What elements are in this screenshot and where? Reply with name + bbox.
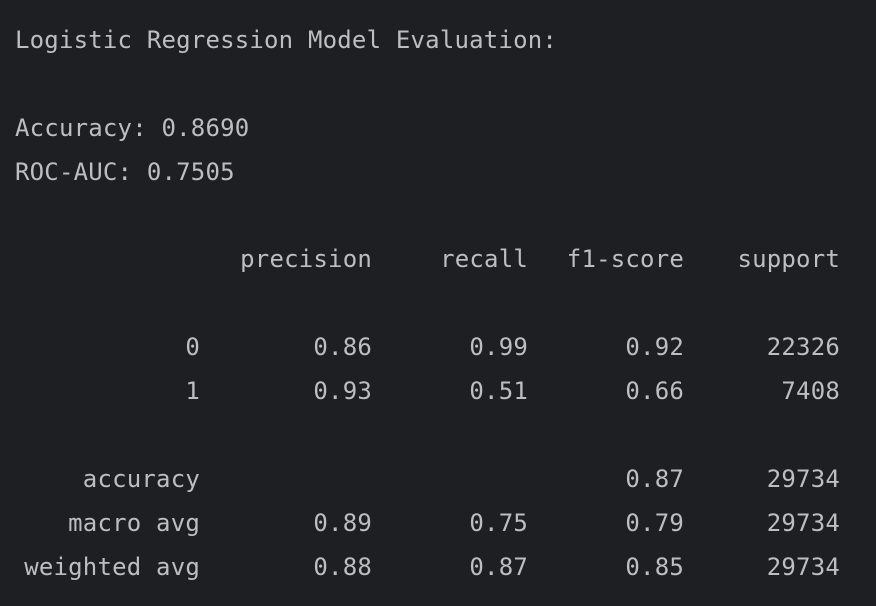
header-support: support xyxy=(737,245,840,273)
report-title: Logistic Regression Model Evaluation: xyxy=(15,26,558,54)
console-output: Logistic Regression Model Evaluation: Ac… xyxy=(0,0,876,606)
row-f1-score: 0.92 xyxy=(625,333,684,361)
row-recall: 0.75 xyxy=(469,509,528,537)
row-recall: 0.87 xyxy=(469,553,528,581)
row-support: 29734 xyxy=(766,553,840,581)
row-precision: 0.89 xyxy=(313,509,372,537)
roc-auc-line: ROC-AUC: 0.7505 xyxy=(15,158,235,186)
row-f1-score: 0.79 xyxy=(625,509,684,537)
header-f1-score: f1-score xyxy=(566,245,684,273)
row-precision: 0.88 xyxy=(313,553,372,581)
row-label: 0 xyxy=(185,333,200,361)
row-support: 29734 xyxy=(766,465,840,493)
row-f1-score: 0.85 xyxy=(625,553,684,581)
row-precision: 0.86 xyxy=(313,333,372,361)
row-label: 1 xyxy=(185,377,200,405)
row-recall: 0.99 xyxy=(469,333,528,361)
row-label: macro avg xyxy=(68,509,200,537)
row-label: accuracy xyxy=(82,465,200,493)
header-precision: precision xyxy=(240,245,372,273)
row-label: weighted avg xyxy=(24,553,200,581)
accuracy-line: Accuracy: 0.8690 xyxy=(15,114,250,142)
row-support: 7408 xyxy=(781,377,840,405)
row-precision: 0.93 xyxy=(313,377,372,405)
row-support: 22326 xyxy=(766,333,840,361)
row-f1-score: 0.66 xyxy=(625,377,684,405)
header-recall: recall xyxy=(440,245,528,273)
row-f1-score: 0.87 xyxy=(625,465,684,493)
row-support: 29734 xyxy=(766,509,840,537)
row-recall: 0.51 xyxy=(469,377,528,405)
